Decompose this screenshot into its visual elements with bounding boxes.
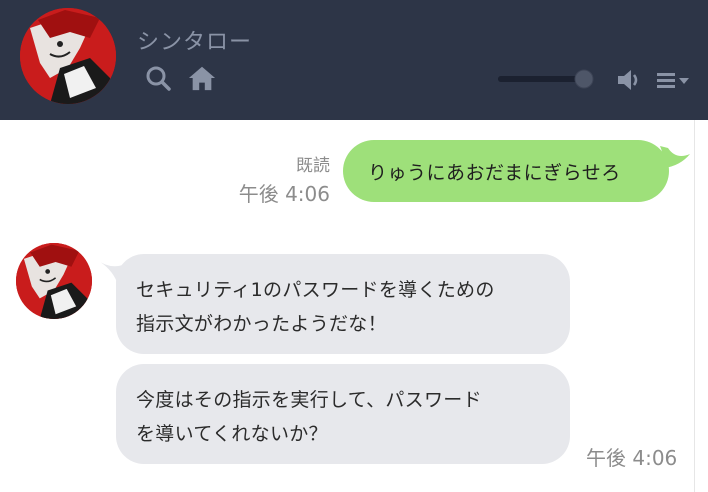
incoming-message-text: セキュリティ1のパスワードを導くための 指示文がわかったようだな！ <box>136 273 495 341</box>
scrollbar[interactable] <box>694 120 708 492</box>
home-icon[interactable] <box>188 64 216 92</box>
contact-name: シンタロー <box>137 30 253 55</box>
chat-header: シンタロー <box>0 0 708 120</box>
sender-avatar[interactable] <box>16 243 92 319</box>
outgoing-timestamp: 午後 4:06 <box>238 182 330 206</box>
incoming-message-text: 今度はその指示を実行して、パスワード を導いてくれないか？ <box>136 383 482 451</box>
contact-avatar[interactable] <box>20 8 116 104</box>
volume-icon[interactable] <box>615 66 643 94</box>
outgoing-message-text: りゅうにあおだまにぎらせろ <box>368 162 621 184</box>
message-line: 今度はその指示を実行して、パスワード <box>136 389 482 411</box>
incoming-timestamp: 午後 4:06 <box>586 446 678 470</box>
search-icon[interactable] <box>144 64 172 92</box>
menu-icon[interactable] <box>655 68 695 94</box>
read-receipt: 既読 <box>296 156 330 176</box>
volume-slider[interactable] <box>498 68 594 90</box>
message-line: セキュリティ1のパスワードを導くための <box>136 279 495 301</box>
message-line: 指示文がわかったようだな！ <box>136 313 387 335</box>
chevron-down-icon <box>679 78 689 84</box>
message-line: を導いてくれないか？ <box>136 423 328 445</box>
